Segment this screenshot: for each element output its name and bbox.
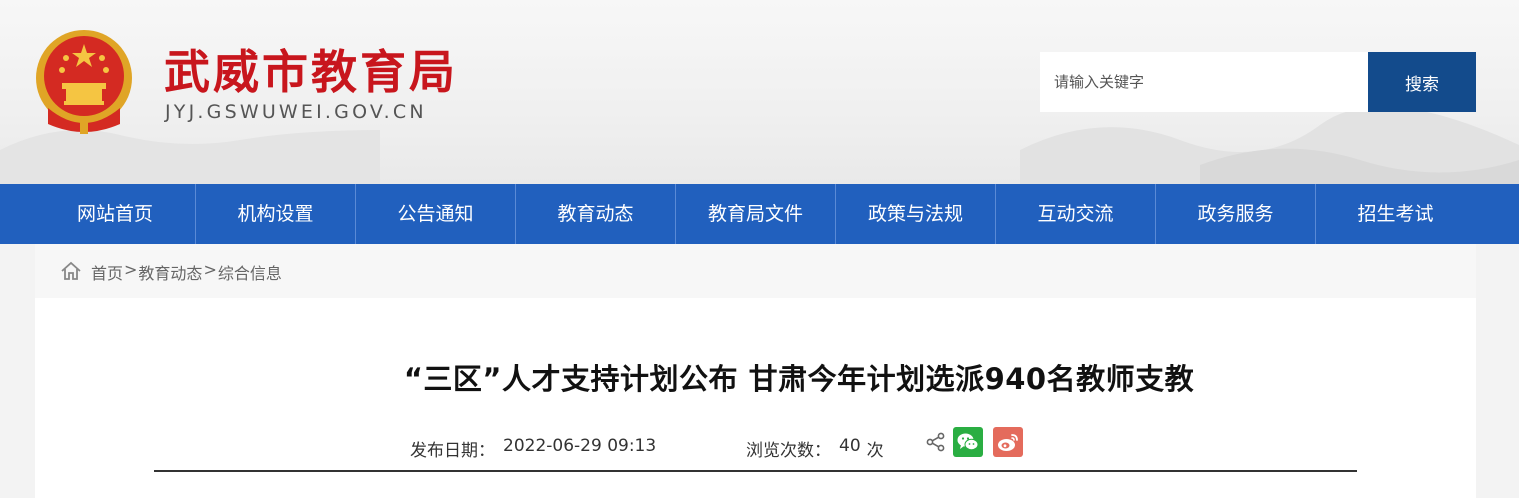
publish-date-label: 发布日期：: [410, 441, 495, 461]
share-icon[interactable]: [926, 432, 946, 452]
breadcrumb-separator: >: [124, 260, 138, 279]
view-count-unit: 次: [866, 441, 884, 461]
article-container: 首页 > 教育动态 > 综合信息 “三区”人才支持计划公布 甘肃今年计划选派94…: [35, 244, 1476, 498]
publish-date: 发布日期： 2022-06-29 09:13: [410, 436, 656, 461]
view-count-label: 浏览次数：: [746, 441, 831, 461]
nav-item-notices[interactable]: 公告通知: [355, 184, 515, 244]
nav-item-interaction[interactable]: 互动交流: [995, 184, 1155, 244]
weibo-icon[interactable]: [993, 427, 1023, 457]
nav-item-government-services[interactable]: 政务服务: [1155, 184, 1315, 244]
breadcrumb-home[interactable]: 首页: [91, 260, 123, 284]
nav-item-home[interactable]: 网站首页: [35, 184, 195, 244]
home-icon[interactable]: [60, 261, 82, 281]
nav-item-bureau-documents[interactable]: 教育局文件: [675, 184, 835, 244]
nav-item-policies[interactable]: 政策与法规: [835, 184, 995, 244]
breadcrumb-education-news[interactable]: 教育动态: [138, 260, 202, 284]
title-divider: [154, 470, 1357, 472]
article-title: “三区”人才支持计划公布 甘肃今年计划选派940名教师支教: [403, 362, 1195, 396]
national-emblem-icon: [36, 30, 132, 134]
site-domain: JYJ.GSWUWEI.GOV.CN: [165, 101, 427, 123]
nav-item-organization[interactable]: 机构设置: [195, 184, 355, 244]
view-count-value: 40: [839, 436, 861, 456]
breadcrumb-bar: 首页 > 教育动态 > 综合信息: [35, 244, 1476, 298]
nav-item-education-news[interactable]: 教育动态: [515, 184, 675, 244]
nav-item-admissions[interactable]: 招生考试: [1315, 184, 1475, 244]
view-count: 浏览次数： 40 次: [746, 436, 884, 461]
breadcrumb-separator: >: [203, 260, 217, 279]
site-header: 武威市教育局 JYJ.GSWUWEI.GOV.CN 搜索: [0, 0, 1519, 184]
breadcrumb: 首页 > 教育动态 > 综合信息: [91, 260, 282, 284]
wechat-icon[interactable]: [953, 427, 983, 457]
site-title: 武威市教育局: [164, 45, 458, 99]
search-input[interactable]: [1040, 52, 1368, 112]
publish-date-value: 2022-06-29 09:13: [503, 436, 657, 456]
main-nav: 网站首页 机构设置 公告通知 教育动态 教育局文件 政策与法规 互动交流 政务服…: [0, 184, 1519, 244]
breadcrumb-general-info[interactable]: 综合信息: [218, 260, 282, 284]
search-button[interactable]: 搜索: [1368, 52, 1476, 112]
